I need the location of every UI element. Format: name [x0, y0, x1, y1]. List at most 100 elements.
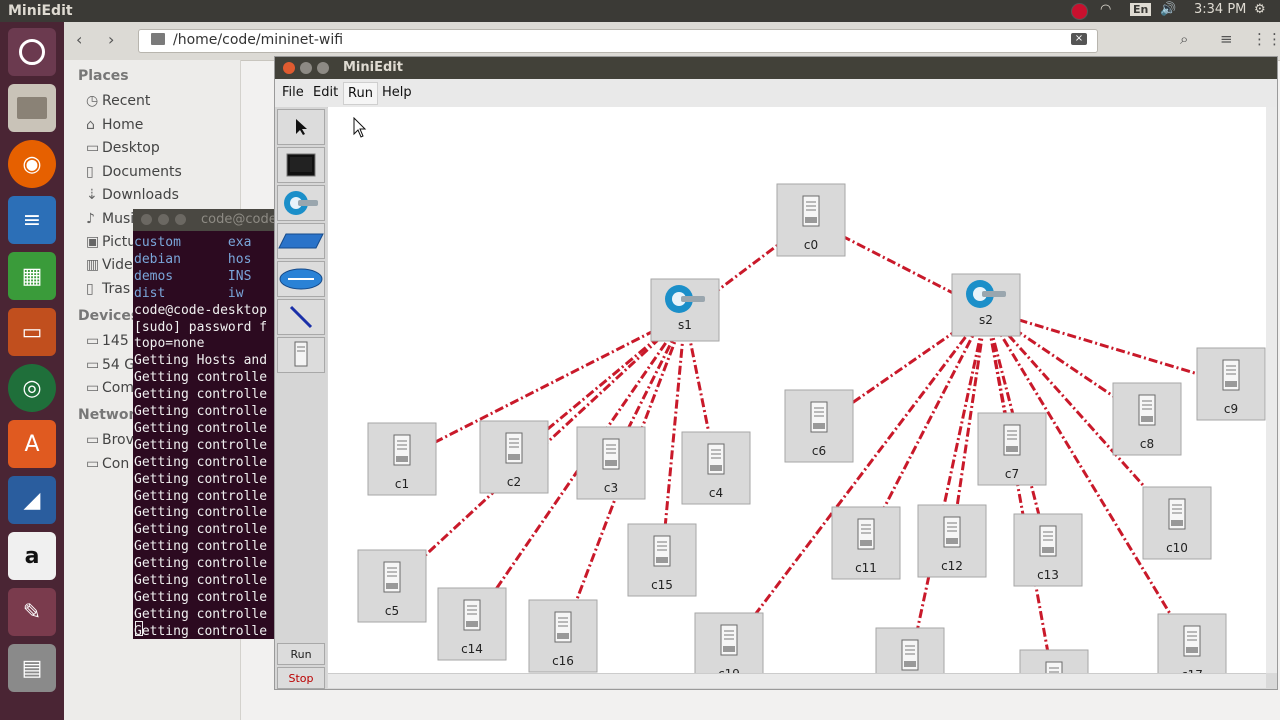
calc-icon[interactable]: ▦ — [8, 252, 56, 300]
sidebar-item-home[interactable]: ⌂ Home — [86, 117, 143, 133]
controller-node-c16[interactable]: c16 — [528, 599, 598, 673]
printer-icon[interactable]: ▤ — [8, 644, 56, 692]
sidebar-item-computer[interactable]: ▭ Com — [86, 380, 134, 396]
controller-label: c3 — [604, 481, 618, 495]
controller-label: c8 — [1140, 437, 1154, 451]
location-bar[interactable]: /home/code/mininet-wifi × — [138, 29, 1098, 53]
sidebar-item-desktop[interactable]: ▭ Desktop — [86, 140, 160, 156]
terminal-titlebar[interactable]: code@code — [133, 209, 278, 231]
controller-node-c9[interactable]: c9 — [1196, 347, 1266, 421]
sidebar-item-documents[interactable]: ▯ Documents — [86, 164, 182, 180]
minimize-icon[interactable] — [300, 62, 312, 74]
link-tool-button[interactable] — [277, 299, 325, 335]
controller-node-c13[interactable]: c13 — [1013, 513, 1083, 587]
host-tool-button[interactable] — [277, 147, 325, 183]
controller-node-c14[interactable]: c14 — [437, 587, 507, 661]
router-tool-button[interactable] — [277, 261, 325, 297]
controller-label: c16 — [552, 654, 574, 668]
controller-node-c17[interactable]: c17 — [1157, 613, 1227, 673]
menu-edit[interactable]: Edit — [313, 85, 338, 100]
terminal-window[interactable]: code@code custom exa debian hos demos INS d… — [133, 209, 278, 639]
amazon-icon[interactable]: a — [8, 532, 56, 580]
maximize-icon[interactable] — [317, 62, 329, 74]
clear-location-icon[interactable]: × — [1071, 33, 1087, 45]
sidebar-item-device[interactable]: ▭ 54 G — [86, 357, 135, 373]
close-icon[interactable] — [141, 214, 152, 225]
sidebar-item-device[interactable]: ▭ 145 ( — [86, 333, 139, 349]
topology-canvas[interactable]: s1 s2 c0 c1 c2 c3 c4 c5 c6 c7 c8 c9 c10 c11 c12 c13 c14 c… — [328, 107, 1266, 673]
run-button[interactable]: Run — [277, 643, 325, 665]
controller-node-c10[interactable]: c10 — [1142, 486, 1212, 560]
switch-node-s1[interactable]: s1 — [650, 278, 720, 342]
forward-icon[interactable]: › — [108, 30, 114, 49]
switch-tool-button[interactable] — [277, 223, 325, 259]
controller-node-c7[interactable]: c7 — [977, 412, 1047, 486]
sidebar-item-videos[interactable]: ▥ Vide — [86, 257, 133, 273]
back-icon[interactable]: ‹ — [76, 30, 82, 49]
controller-node-c12[interactable]: c12 — [917, 504, 987, 578]
controller-node-unlabeled[interactable] — [1019, 649, 1089, 673]
select-tool-button[interactable] — [277, 109, 325, 145]
search-icon[interactable]: ⌕ — [1180, 30, 1188, 48]
vertical-scrollbar[interactable] — [1266, 107, 1277, 673]
link-s2-c19[interactable] — [727, 309, 988, 650]
wifi-icon[interactable]: ◠ — [1100, 2, 1111, 17]
clock[interactable]: 3:34 PM — [1194, 2, 1246, 17]
controller-node-c6[interactable]: c6 — [784, 389, 854, 463]
gear-icon[interactable]: ⚙ — [1254, 2, 1266, 17]
sidebar-item-connect-server[interactable]: ▭ Con — [86, 456, 129, 472]
horizontal-scrollbar[interactable] — [328, 673, 1266, 688]
topology-graph[interactable]: s1 s2 c0 c1 c2 c3 c4 c5 c6 c7 c8 c9 c10 c11 c12 c13 c14 c… — [328, 107, 1266, 673]
menu-run[interactable]: Run — [343, 82, 378, 105]
wireshark-icon[interactable]: ◢ — [8, 476, 56, 524]
sidebar-item-pictures[interactable]: ▣ Pictu — [86, 234, 136, 250]
controller-node-c19[interactable]: c19 — [694, 612, 764, 673]
software-center-icon[interactable]: A — [8, 420, 56, 468]
firefox-icon[interactable]: ◉ — [8, 140, 56, 188]
controller-node-c1[interactable]: c1 — [367, 422, 437, 496]
ubuntu-dash-icon[interactable] — [8, 28, 56, 76]
server-icon — [857, 518, 875, 550]
link-s2-c18[interactable] — [908, 309, 988, 665]
maximize-icon[interactable] — [175, 214, 186, 225]
controller-label: c9 — [1224, 402, 1238, 416]
controller-node-c11[interactable]: c11 — [831, 506, 901, 580]
miniedit-titlebar[interactable]: MiniEdit — [275, 57, 1277, 79]
writer-icon[interactable]: ≡ — [8, 196, 56, 244]
sidebar-item-trash[interactable]: ▯ Tras — [86, 281, 130, 297]
sidebar-item-music[interactable]: ♪ Musi — [86, 211, 134, 227]
controller-node-c3[interactable]: c3 — [576, 426, 646, 500]
server-icon — [1138, 394, 1156, 426]
sidebar-item-recent[interactable]: ◷ Recent — [86, 93, 150, 109]
wireless-switch-tool-button[interactable] — [277, 185, 325, 221]
server-icon — [653, 535, 671, 567]
close-icon[interactable] — [283, 62, 295, 74]
controller-node-c0[interactable]: c0 — [776, 183, 846, 257]
volume-icon[interactable]: 🔊 — [1160, 2, 1176, 17]
settings-icon[interactable]: ✎ — [8, 588, 56, 636]
switch-node-s2[interactable]: s2 — [951, 273, 1021, 337]
minimize-icon[interactable] — [158, 214, 169, 225]
controller-label: c12 — [941, 559, 963, 573]
controller-node-c15[interactable]: c15 — [627, 523, 697, 597]
controller-node-c18[interactable]: c18 — [875, 627, 945, 673]
shotwell-icon[interactable]: ◎ — [8, 364, 56, 412]
grid-view-icon[interactable]: ⋮⋮ — [1252, 30, 1280, 48]
controller-node-c8[interactable]: c8 — [1112, 382, 1182, 456]
menu-help[interactable]: Help — [382, 85, 412, 100]
sidebar-item-downloads[interactable]: ⇣ Downloads — [86, 187, 179, 203]
files-icon[interactable] — [8, 84, 56, 132]
menu-file[interactable]: File — [282, 85, 304, 100]
stop-button[interactable]: Stop — [277, 667, 325, 689]
keyboard-language-indicator[interactable]: En — [1130, 3, 1152, 16]
miniedit-window[interactable]: MiniEdit File Edit Run Help Run Stop s1 … — [274, 56, 1278, 690]
controller-node-c2[interactable]: c2 — [479, 420, 549, 494]
impress-icon[interactable]: ▭ — [8, 308, 56, 356]
controller-node-c4[interactable]: c4 — [681, 431, 751, 505]
record-icon[interactable] — [1071, 3, 1088, 24]
controller-node-c5[interactable]: c5 — [357, 549, 427, 623]
controller-tool-button[interactable] — [277, 337, 325, 373]
menu-icon[interactable]: ≡ — [1220, 30, 1233, 48]
sidebar-item-browse-network[interactable]: ▭ Brov — [86, 432, 134, 448]
terminal-line: Getting controlle — [134, 404, 268, 419]
